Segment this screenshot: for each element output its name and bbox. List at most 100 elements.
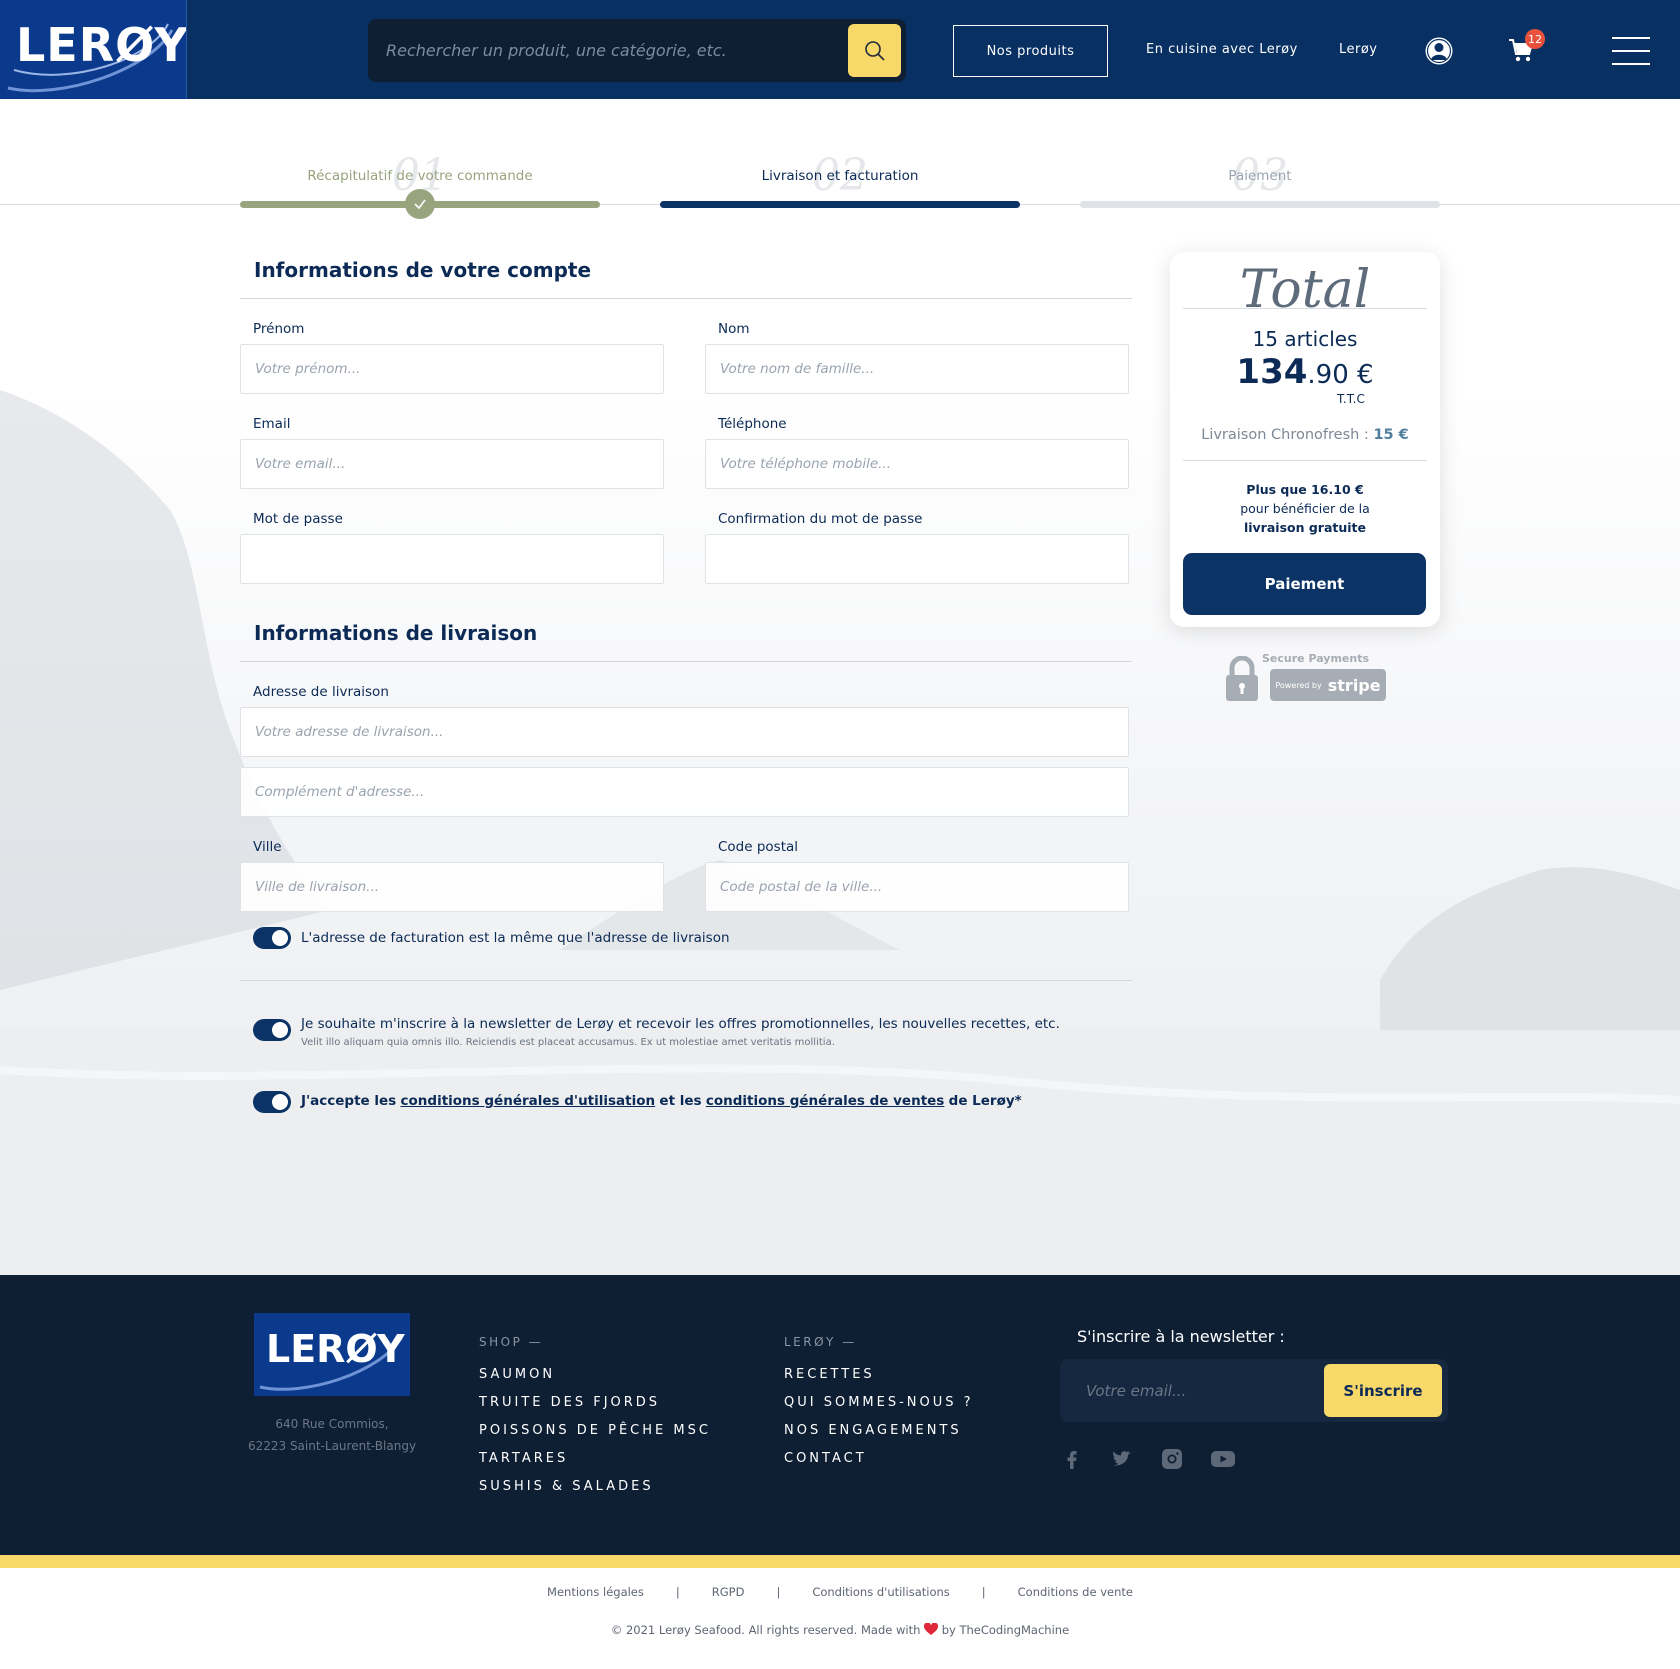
email-input[interactable] (241, 440, 663, 488)
stripe-badge: Powered by stripe (1270, 669, 1386, 701)
footer: LERØY 640 Rue Commios, 62223 Saint-Laure… (0, 1275, 1680, 1555)
newsletter-subscribe-button[interactable]: S'inscrire (1324, 1364, 1442, 1417)
nav-cooking-link[interactable]: En cuisine avec Lerøy (1146, 42, 1298, 57)
nav-leroy-link[interactable]: Lerøy (1339, 42, 1378, 57)
logo-text: LERØY (16, 18, 187, 72)
free-delivery-text-bold: livraison gratuite (1243, 520, 1367, 535)
password-input[interactable] (241, 535, 663, 583)
footer-link-sushis[interactable]: SUSHIS & SALADES (479, 1479, 711, 1507)
newsletter-consent-label: Je souhaite m'inscrire à la newsletter d… (301, 1016, 1060, 1032)
total-price: 134.90 € (1170, 352, 1440, 392)
menu-icon[interactable] (1612, 37, 1650, 65)
order-total-card: Total 15 articles 134.90 € T.T.C Livrais… (1170, 252, 1440, 627)
legal-link-cgu[interactable]: Conditions d'utilisations (812, 1585, 949, 1599)
email-label: Email (253, 416, 291, 432)
footer-link-recettes[interactable]: RECETTES (784, 1367, 974, 1395)
step-bar-todo (1080, 201, 1440, 208)
lastname-label: Nom (718, 321, 750, 337)
zip-field (705, 862, 1129, 912)
legal-link-cgv[interactable]: Conditions de vente (1018, 1585, 1133, 1599)
step-label: Paiement (1228, 168, 1292, 184)
delivery-cost: Livraison Chronofresh : 15 € (1170, 427, 1440, 443)
terms-prefix: J'accepte les (301, 1093, 397, 1109)
city-label: Ville (253, 839, 282, 855)
footer-link-truite[interactable]: TRUITE DES FJORDS (479, 1395, 711, 1423)
password-confirm-field (705, 534, 1129, 584)
address-input[interactable] (241, 708, 1128, 756)
city-field (240, 862, 664, 912)
youtube-icon[interactable] (1210, 1447, 1236, 1471)
footer-logo[interactable]: LERØY (254, 1313, 410, 1396)
address-complement-input[interactable] (241, 768, 1128, 816)
account-separator (240, 298, 1132, 299)
twitter-icon[interactable] (1110, 1447, 1134, 1471)
legal-separator: | (675, 1585, 680, 1599)
step-bar-active (660, 201, 1020, 208)
newsletter-toggle[interactable] (253, 1019, 291, 1041)
password-confirm-label: Confirmation du mot de passe (718, 511, 923, 527)
terms-mid: et les (659, 1093, 702, 1109)
footer-link-saumon[interactable]: SAUMON (479, 1367, 711, 1395)
lastname-field (705, 344, 1129, 394)
step-delivery[interactable]: 02 Livraison et facturation (660, 150, 1020, 201)
search-button[interactable] (848, 24, 901, 77)
free-delivery-text: pour bénéficier de la (1240, 501, 1370, 516)
footer-leroy-title: LERØY — (784, 1335, 857, 1349)
terms-of-sale-link[interactable]: conditions générales de ventes (706, 1093, 945, 1109)
terms-toggle[interactable] (253, 1091, 291, 1113)
logo-text: LERØY (266, 1327, 405, 1371)
legal-links: Mentions légales | RGPD | Conditions d'utili… (0, 1585, 1680, 1599)
header: LERØY Nos produits En cuisine avec Lerøy… (0, 0, 1680, 99)
newsletter-email-input[interactable] (1086, 1359, 1316, 1422)
nav-products-button[interactable]: Nos produits (953, 25, 1108, 77)
cart-count-badge: 12 (1525, 29, 1545, 49)
legal-link-rgpd[interactable]: RGPD (712, 1585, 745, 1599)
password-confirm-input[interactable] (706, 535, 1128, 583)
price-decimal: .90 € (1307, 360, 1374, 390)
terms-of-use-link[interactable]: conditions générales d'utilisation (401, 1093, 656, 1109)
delivery-section-title: Informations de livraison (254, 621, 538, 645)
step-label: Livraison et facturation (761, 168, 919, 184)
password-label: Mot de passe (253, 511, 343, 527)
search-input[interactable] (386, 19, 846, 82)
address-line-1: 640 Rue Commios, (275, 1417, 389, 1431)
step-payment[interactable]: 03 Paiement (1080, 150, 1440, 201)
secure-payments-label: Secure Payments (1262, 652, 1370, 665)
footer-link-msc[interactable]: POISSONS DE PÊCHE MSC (479, 1423, 711, 1451)
zip-label: Code postal (718, 839, 799, 855)
lock-icon (1226, 656, 1258, 701)
same-billing-toggle[interactable] (253, 927, 291, 949)
footer-link-engagements[interactable]: NOS ENGAGEMENTS (784, 1423, 974, 1451)
leroy-logo[interactable]: LERØY (0, 0, 187, 99)
payment-button[interactable]: Paiement (1183, 553, 1426, 615)
instagram-icon[interactable] (1160, 1447, 1184, 1471)
facebook-icon[interactable] (1060, 1447, 1084, 1471)
phone-label: Téléphone (718, 416, 787, 432)
footer-leroy-links: RECETTES QUI SOMMES-NOUS ? NOS ENGAGEMEN… (784, 1367, 974, 1479)
legal-link-mentions[interactable]: Mentions légales (547, 1585, 644, 1599)
copyright-suffix: by TheCodingMachine (941, 1623, 1070, 1637)
firstname-field (240, 344, 664, 394)
footer-link-tartares[interactable]: TARTARES (479, 1451, 711, 1479)
footer-shop-title: SHOP — (479, 1335, 544, 1349)
phone-input[interactable] (706, 440, 1128, 488)
total-separator (1183, 460, 1427, 461)
delivery-separator (240, 661, 1132, 662)
footer-accent-strip (0, 1555, 1680, 1568)
search-icon (864, 40, 885, 61)
phone-field (705, 439, 1129, 489)
copyright: © 2021 Lerøy Seafood. All rights reserve… (0, 1622, 1680, 1637)
email-field (240, 439, 664, 489)
footer-link-contact[interactable]: CONTACT (784, 1451, 974, 1479)
step-recap[interactable]: 01 Récapitulatif de votre commande (240, 150, 600, 201)
lastname-input[interactable] (706, 345, 1128, 393)
free-delivery-note: Plus que 16.10 € pour bénéficier de la l… (1170, 480, 1440, 537)
zip-input[interactable] (706, 863, 1128, 911)
firstname-input[interactable] (241, 345, 663, 393)
step-done-check-icon (405, 189, 435, 219)
price-integer: 134 (1236, 352, 1308, 392)
user-icon[interactable] (1424, 36, 1454, 66)
address-complement-field (240, 767, 1129, 817)
city-input[interactable] (241, 863, 663, 911)
footer-link-about[interactable]: QUI SOMMES-NOUS ? (784, 1395, 974, 1423)
